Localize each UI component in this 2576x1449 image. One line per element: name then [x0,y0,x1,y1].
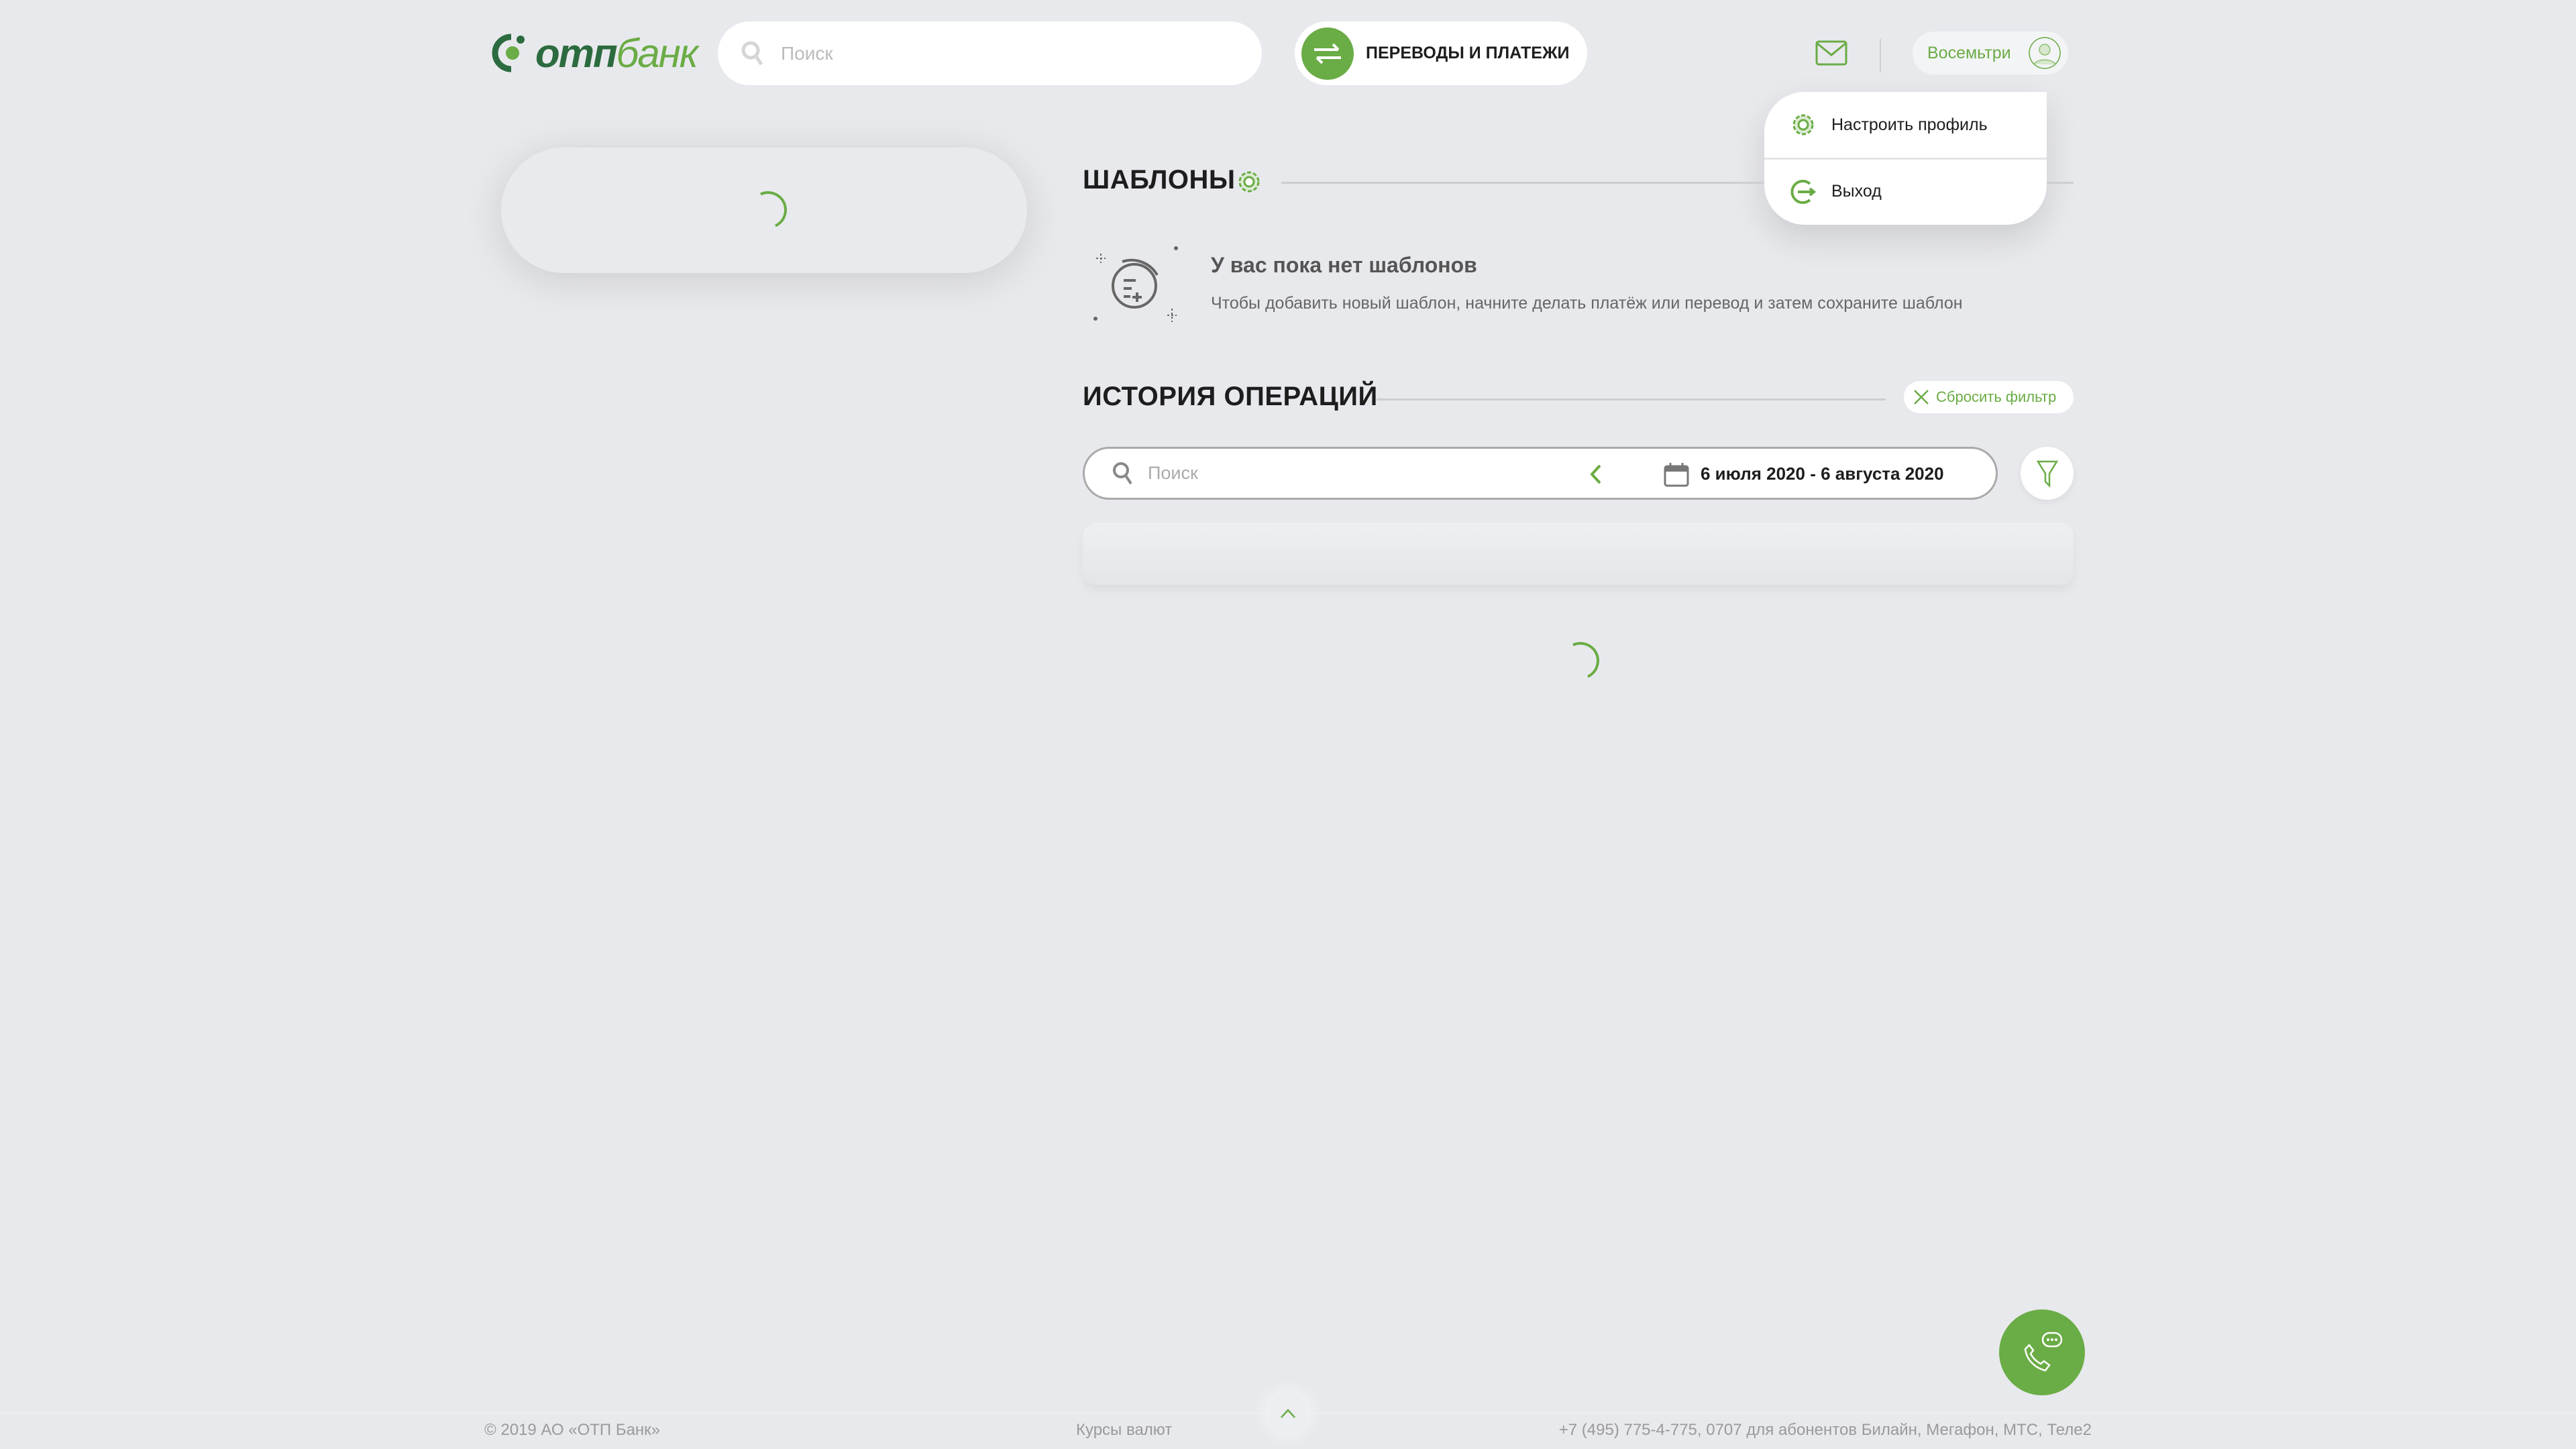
logout-icon [1790,179,1817,204]
search-icon [1113,462,1132,484]
loading-spinner [744,186,792,234]
calendar-icon[interactable] [1663,462,1690,488]
history-search-input[interactable] [1148,463,1550,484]
user-dropdown-menu: Настроить профиль Выход [1764,92,2047,225]
otp-bank-logo[interactable]: отпбанк [491,30,698,76]
footer-currency-rates-link[interactable]: Курсы валют [1076,1421,1172,1440]
transfers-payments-button[interactable]: ПЕРЕВОДЫ И ПЛАТЕЖИ [1295,21,1587,85]
templates-heading-rule [1281,182,1764,184]
chevron-left-icon[interactable] [1588,464,1604,485]
search-icon [741,41,763,65]
menu-item-profile-settings[interactable]: Настроить профиль [1764,92,2047,158]
date-range[interactable]: 6 июля 2020 - 6 августа 2020 [1701,464,1944,484]
reset-filter-label: Сбросить фильтр [1936,388,2057,405]
accounts-card-loading [501,148,1027,273]
user-menu-button[interactable]: Восемьтри [1913,32,2068,74]
empty-templates-icon [1093,246,1178,322]
logo-text-otp: отп [535,30,618,76]
transfer-arrows-icon [1301,27,1354,80]
menu-item-label: Выход [1831,182,1882,201]
empty-templates-title: У вас пока нет шаблонов [1211,253,1477,277]
logo-mark-icon [492,34,525,72]
call-chat-button[interactable] [1999,1309,2085,1395]
close-icon [1914,390,1929,405]
user-name: Восемьтри [1927,43,2011,62]
global-search[interactable] [718,21,1262,85]
mail-icon[interactable] [1815,40,1847,66]
gear-icon [1792,114,1814,136]
history-heading-rule [1377,398,1886,400]
footer-copyright: © 2019 АО «ОТП Банк» [484,1421,661,1439]
transfers-label: ПЕРЕВОДЫ И ПЛАТЕЖИ [1366,44,1570,62]
filter-button[interactable] [2021,447,2074,500]
avatar [2029,37,2061,69]
history-search-bar: 6 июля 2020 - 6 августа 2020 [1083,447,1998,500]
filter-funnel-icon [2036,460,2058,488]
empty-templates-description: Чтобы добавить новый шаблон, начните дел… [1211,294,1963,313]
menu-item-logout[interactable]: Выход [1764,158,2047,223]
history-heading: ИСТОРИЯ ОПЕРАЦИЙ [1083,382,1378,411]
scroll-to-top-button[interactable] [1268,1393,1308,1434]
reset-filter-button[interactable]: Сбросить фильтр [1904,381,2074,413]
menu-item-label: Настроить профиль [1831,115,1988,134]
header-divider [1880,39,1881,72]
footer-phones: +7 (495) 775-4-775, 0707 для абонентов Б… [1558,1421,2092,1439]
phone-chat-icon [2024,1332,2063,1372]
history-list-placeholder [1083,523,2074,585]
global-search-input[interactable] [781,42,1183,64]
loading-spinner [1556,637,1605,685]
templates-settings-gear-icon[interactable] [1234,167,1264,197]
chevron-up-icon [1281,1409,1295,1418]
templates-heading-rule-end [2047,182,2074,184]
logo-text-bank: банк [616,30,698,76]
templates-heading: ШАБЛОНЫ [1083,165,1236,195]
